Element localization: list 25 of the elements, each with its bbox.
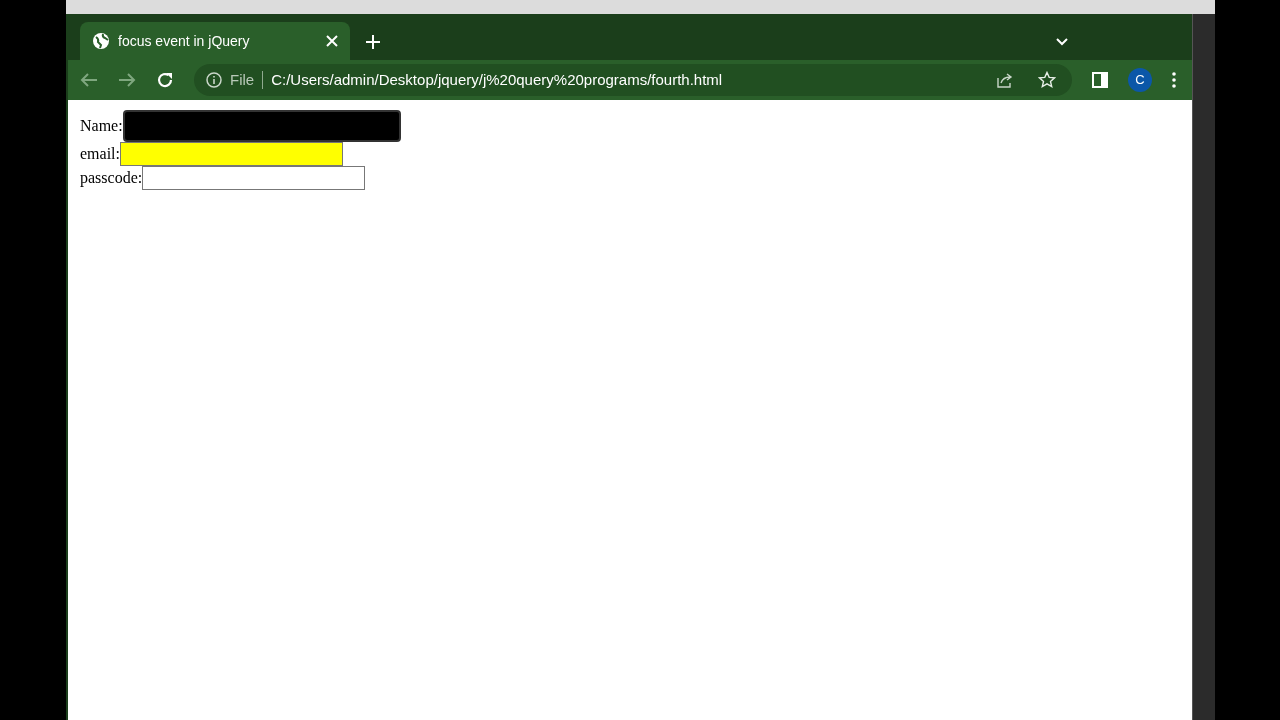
profile-avatar[interactable]: C <box>1128 68 1152 92</box>
scrollbar[interactable] <box>1192 14 1215 720</box>
browser-tab[interactable]: focus event in jQuery <box>80 22 350 60</box>
input-field[interactable] <box>142 166 366 190</box>
globe-icon <box>92 32 110 50</box>
field-label: email: <box>80 144 120 164</box>
field-label: passcode: <box>80 168 143 189</box>
tab-title: focus event in jQuery <box>118 31 251 51</box>
input-field[interactable] <box>120 142 343 166</box>
url-text: C:/Users/admin/Desktop/jquery/j%20query%20programs/fourth.html <box>271 69 724 90</box>
share-icon[interactable] <box>996 72 1014 88</box>
address-bar[interactable]: File C:/Users/admin/Desktop/jquery/j%20query%20programs/fourth.html <box>194 64 1072 96</box>
scheme-label: File <box>230 69 255 90</box>
reload-icon[interactable] <box>156 71 174 89</box>
chevron-down-icon[interactable] <box>1056 38 1068 46</box>
input-field[interactable] <box>122 110 401 142</box>
star-icon[interactable] <box>1038 71 1056 89</box>
new-tab-icon[interactable] <box>366 35 380 49</box>
info-icon[interactable] <box>206 72 222 88</box>
close-icon[interactable] <box>326 35 338 47</box>
menu-icon[interactable] <box>1172 72 1176 88</box>
side-panel-icon[interactable] <box>1092 72 1108 88</box>
field-label: Name: <box>80 116 123 136</box>
forward-icon[interactable] <box>118 72 136 88</box>
back-icon[interactable] <box>80 72 98 88</box>
